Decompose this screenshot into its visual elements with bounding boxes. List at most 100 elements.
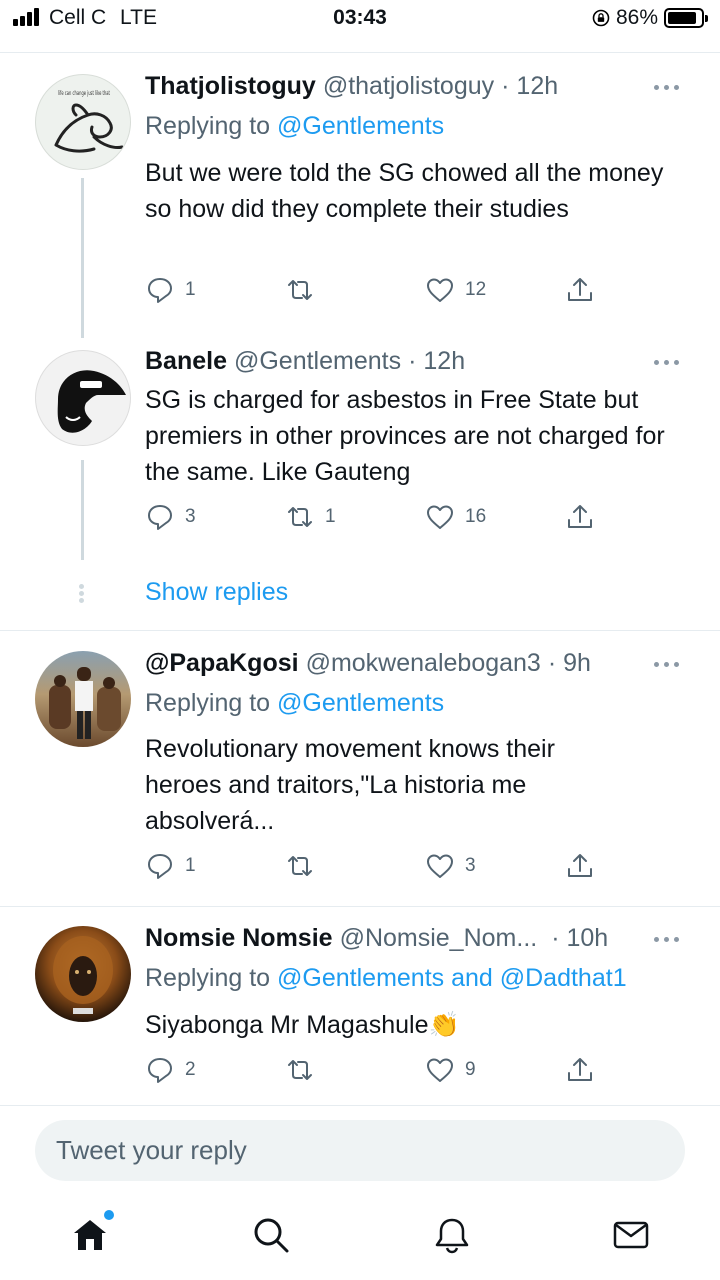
share-button[interactable]	[565, 1055, 595, 1085]
reply-count: 2	[185, 1059, 196, 1080]
nav-home[interactable]	[70, 1210, 114, 1255]
replying-to: Replying to @Gentlements	[145, 689, 444, 718]
replying-to: Replying to @Gentlements and @Dadthat1	[145, 964, 627, 993]
replying-to: Replying to @Gentlements	[145, 112, 444, 141]
reply-icon	[148, 854, 172, 879]
retweet-button[interactable]	[285, 851, 325, 881]
share-icon	[568, 505, 592, 528]
like-button[interactable]: 16	[425, 502, 486, 532]
tweet-text: Siyabonga Mr Magashule👏	[145, 1011, 460, 1039]
share-button[interactable]	[565, 851, 595, 881]
tweet-header: Nomsie Nomsie @Nomsie_Nom... · 10h	[145, 924, 660, 953]
search-icon	[254, 1218, 289, 1253]
bottom-nav	[0, 1200, 720, 1280]
tweet-actions: 2 9	[0, 1055, 720, 1087]
share-icon	[568, 1058, 592, 1081]
heart-icon	[427, 278, 453, 302]
avatar[interactable]	[35, 926, 131, 1022]
avatar[interactable]	[35, 651, 131, 747]
share-icon	[568, 278, 592, 301]
nav-notifications[interactable]	[432, 1215, 472, 1255]
tweet-time: · 9h	[547, 649, 591, 677]
tweet-time: · 12h	[408, 347, 466, 375]
tweet-actions: 1 3	[0, 851, 720, 883]
reply-count: 1	[185, 279, 196, 300]
user-handle[interactable]: @mokwenalebogan3	[306, 649, 541, 678]
retweet-count: 1	[325, 506, 336, 527]
tweet[interactable]: @PapaKgosi @mokwenalebogan3 · 9h Replyin…	[0, 631, 720, 906]
mention-link[interactable]: @Gentlements	[277, 112, 444, 140]
display-name[interactable]: Banele	[145, 347, 227, 376]
heart-icon	[427, 1058, 453, 1082]
user-handle[interactable]: @thatjolistoguy	[323, 72, 494, 101]
display-name[interactable]: Nomsie Nomsie	[145, 924, 333, 953]
reply-button[interactable]: 1	[145, 851, 196, 881]
more-options-icon[interactable]	[654, 357, 684, 367]
tweet-actions: 1 12	[0, 275, 720, 307]
more-options-icon[interactable]	[654, 934, 684, 944]
more-options-icon[interactable]	[654, 659, 684, 669]
retweet-button[interactable]	[285, 275, 325, 305]
reply-input-placeholder: Tweet your reply	[56, 1135, 247, 1165]
display-name[interactable]: @PapaKgosi	[145, 649, 299, 678]
show-replies-link[interactable]: Show replies	[145, 578, 288, 607]
heart-icon	[427, 854, 453, 878]
new-content-dot	[104, 1210, 114, 1220]
tweet-actions: 3 1 16	[0, 502, 720, 534]
reply-button[interactable]: 2	[145, 1055, 196, 1085]
like-count: 9	[465, 1059, 476, 1080]
reply-count: 1	[185, 855, 196, 876]
thread-line	[81, 178, 84, 338]
like-button[interactable]: 12	[425, 275, 486, 305]
nav-messages[interactable]	[611, 1215, 651, 1255]
reply-button[interactable]: 3	[145, 502, 196, 532]
replying-prefix: Replying to	[145, 112, 278, 140]
tweet-header: Thatjolistoguy @thatjolistoguy · 12h	[145, 72, 660, 101]
retweet-icon	[288, 856, 312, 876]
share-button[interactable]	[565, 275, 595, 305]
retweet-icon	[288, 1060, 312, 1080]
like-button[interactable]: 3	[425, 851, 476, 881]
retweet-button[interactable]	[285, 1055, 325, 1085]
user-handle[interactable]: @Gentlements	[234, 347, 401, 376]
svg-text:life can change just like that: life can change just like that	[58, 89, 110, 97]
retweet-icon	[288, 280, 312, 300]
tweet-divider	[0, 1105, 720, 1106]
reply-button[interactable]: 1	[145, 275, 196, 305]
replying-prefix: Replying to	[145, 964, 278, 992]
replying-prefix: Replying to	[145, 689, 278, 717]
mention-link[interactable]: @Gentlements	[277, 689, 444, 717]
reply-icon	[148, 505, 172, 530]
retweet-icon	[288, 507, 312, 527]
share-icon	[568, 854, 592, 877]
like-button[interactable]: 9	[425, 1055, 476, 1085]
mail-icon	[613, 1221, 649, 1249]
bell-icon	[435, 1218, 469, 1254]
heart-icon	[427, 505, 453, 529]
tweet-header: Banele @Gentlements · 12h	[145, 347, 660, 376]
tweet[interactable]: life can change just like that Thatjolis…	[0, 0, 720, 338]
mention-link[interactable]: @Gentlements and @Dadthat1	[277, 964, 627, 992]
tweet-text: Revolutionary movement knows their heroe…	[145, 735, 555, 835]
share-button[interactable]	[565, 502, 595, 532]
nav-search[interactable]	[251, 1215, 291, 1255]
reply-input[interactable]: Tweet your reply	[35, 1120, 685, 1181]
cap-silhouette-image	[57, 370, 126, 433]
thread-continuation-dots	[79, 584, 85, 604]
reply-icon	[148, 278, 172, 303]
tweet[interactable]: Banele @Gentlements · 12h SG is charged …	[0, 340, 720, 570]
group-photo-image	[49, 667, 121, 739]
more-options-icon[interactable]	[654, 82, 684, 92]
avatar[interactable]: life can change just like that	[35, 74, 131, 170]
user-handle[interactable]: @Nomsie_Nom...	[340, 924, 538, 953]
avatar[interactable]	[35, 350, 131, 446]
reply-icon	[148, 1058, 172, 1083]
home-icon	[74, 1220, 106, 1250]
tweet[interactable]: Nomsie Nomsie @Nomsie_Nom... · 10h Reply…	[0, 907, 720, 1105]
tweet-text: SG is charged for asbestos in Free State…	[145, 386, 665, 486]
display-name[interactable]: Thatjolistoguy	[145, 72, 316, 101]
retweet-button[interactable]: 1	[285, 502, 336, 532]
lion-portrait-image	[53, 936, 113, 1014]
like-count: 3	[465, 855, 476, 876]
tweet-time: · 10h	[551, 924, 609, 952]
